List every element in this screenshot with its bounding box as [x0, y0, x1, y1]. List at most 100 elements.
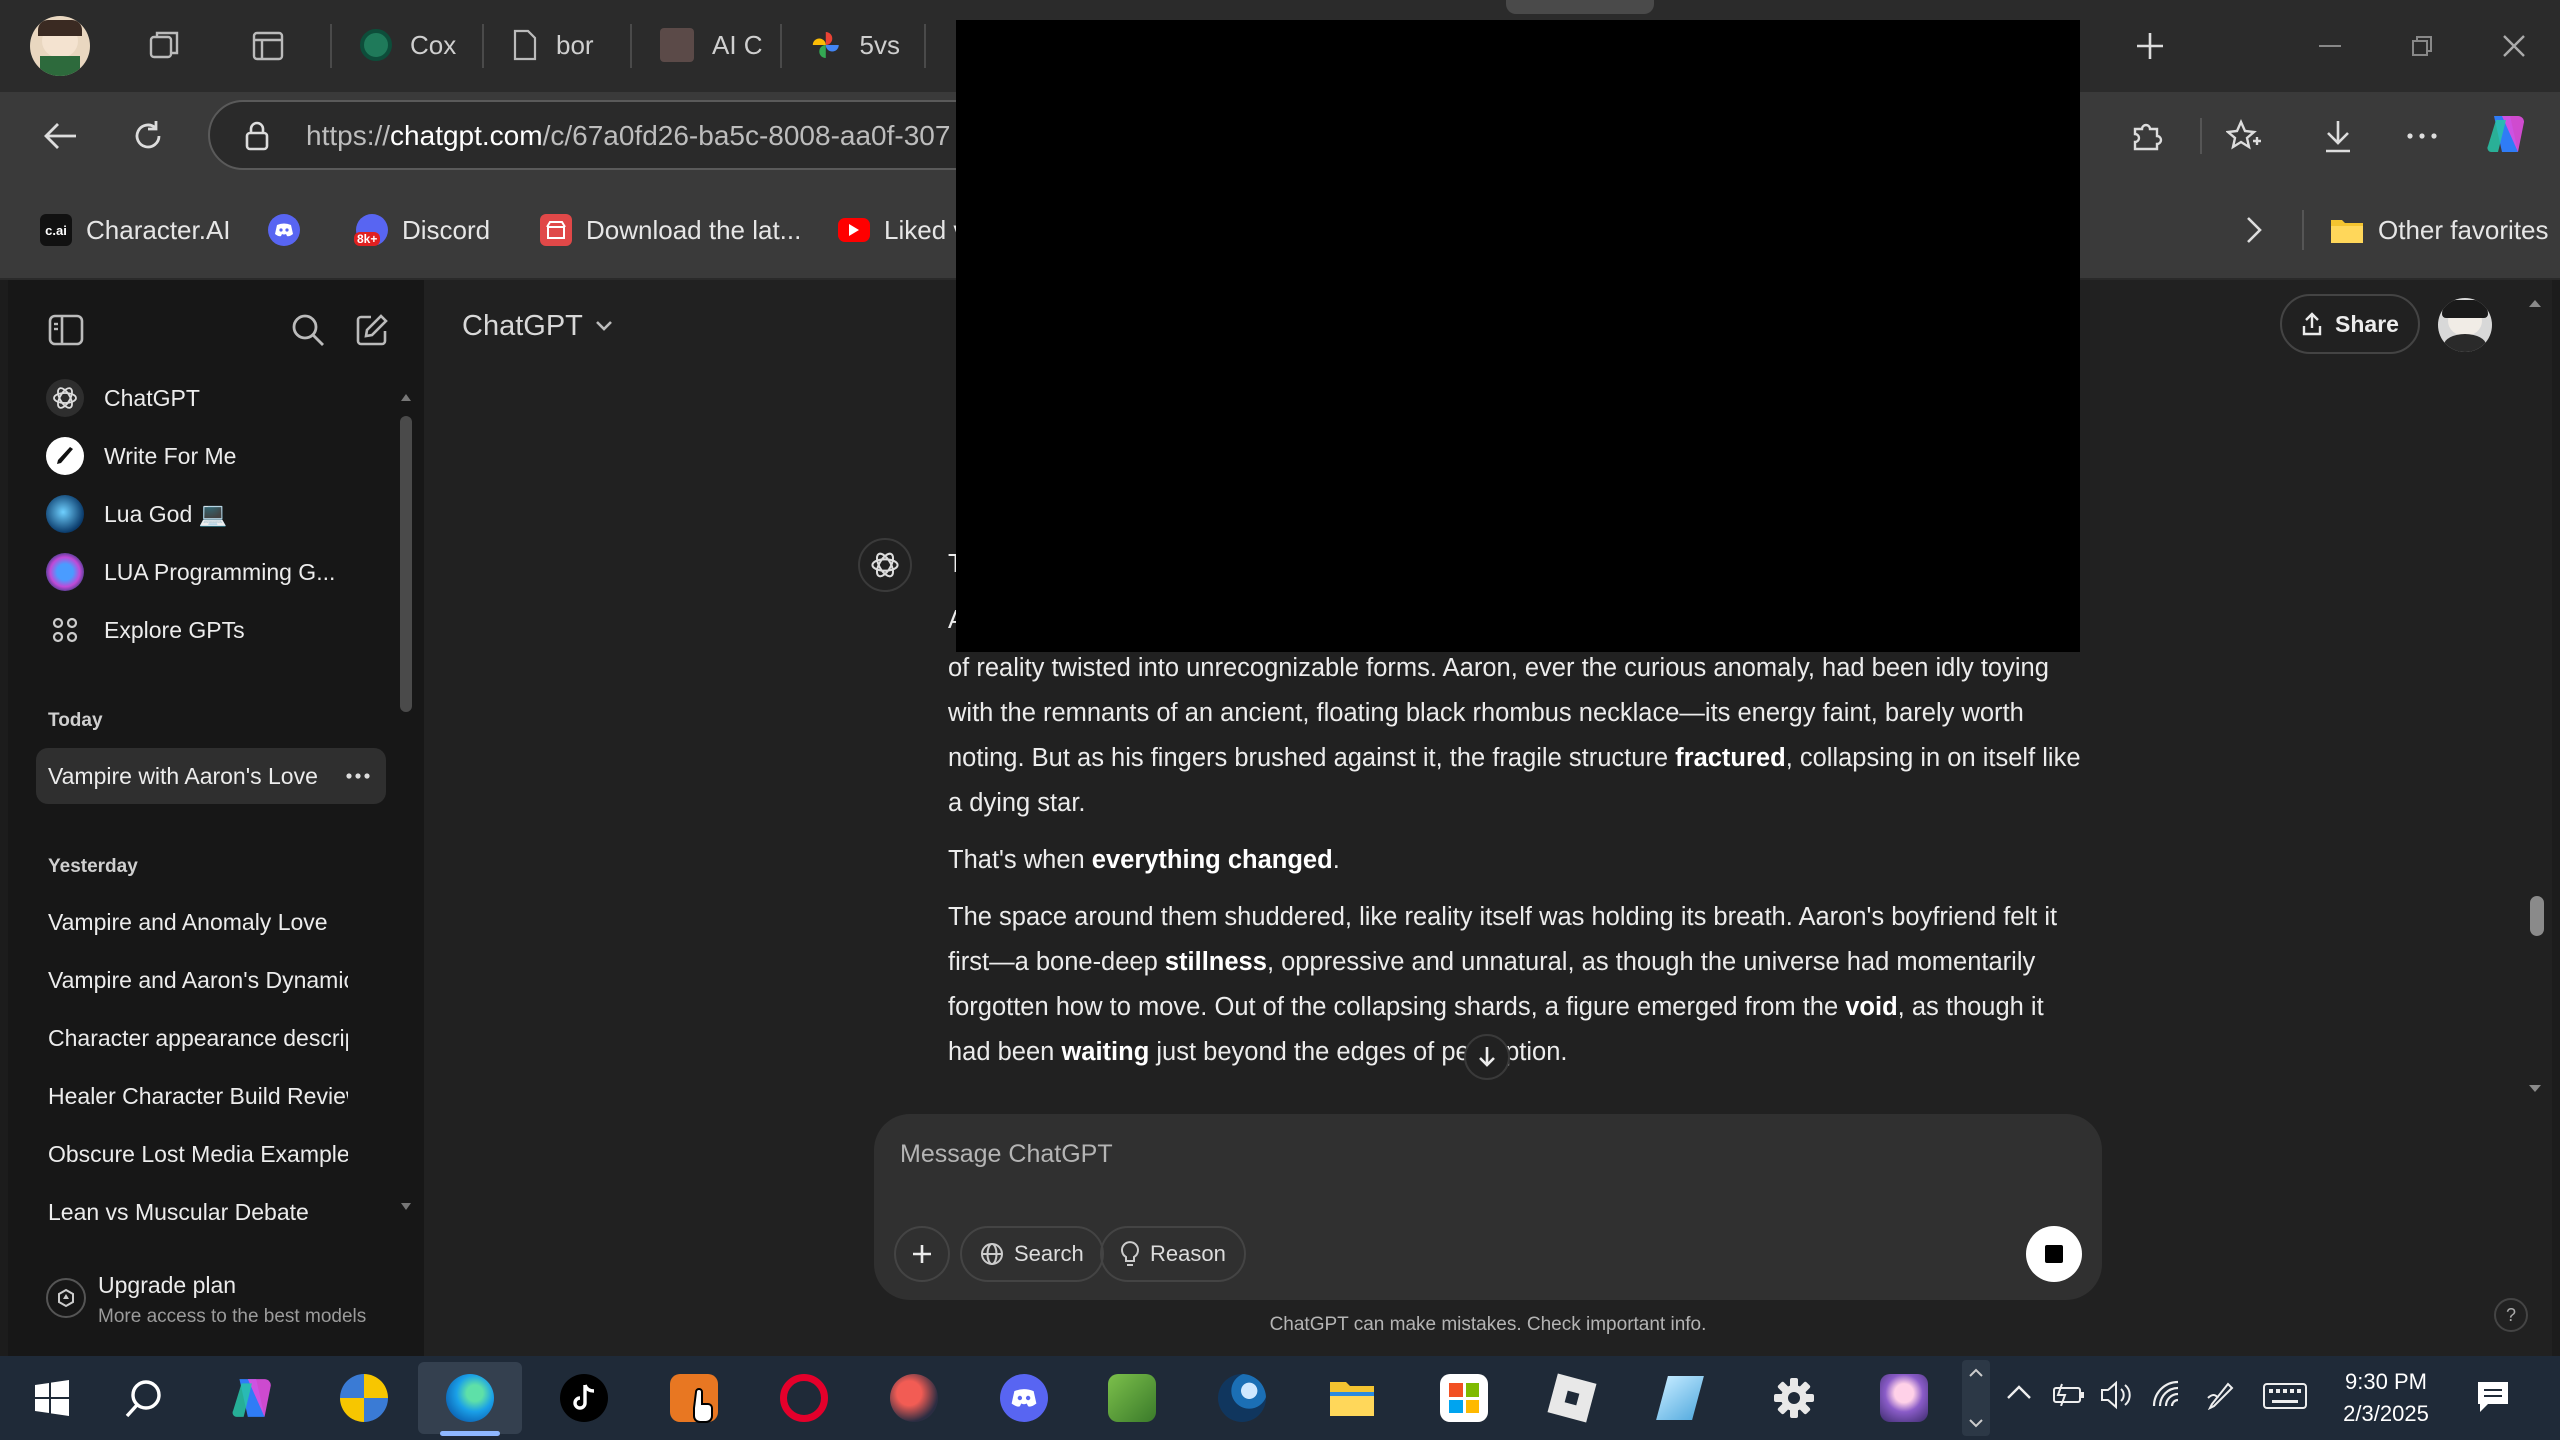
taskbar-edge[interactable]	[418, 1362, 522, 1436]
favorite-discord[interactable]: 8k+ Discord	[354, 208, 490, 252]
taskbar-file-explorer[interactable]	[1300, 1362, 1404, 1434]
taskbar-steam[interactable]	[1190, 1362, 1294, 1434]
user-avatar[interactable]	[2438, 298, 2492, 352]
grid-icon	[46, 611, 84, 649]
lock-icon[interactable]	[244, 120, 270, 152]
gpt-item-chatgpt[interactable]: ChatGPT	[38, 372, 384, 424]
pen-icon	[46, 437, 84, 475]
taskbar-opera[interactable]	[752, 1362, 856, 1434]
taskbar-app[interactable]	[312, 1362, 416, 1434]
chevron-right-icon[interactable]	[2224, 200, 2284, 260]
taskbar-store[interactable]	[1412, 1362, 1516, 1434]
search-toggle[interactable]: Search	[960, 1226, 1104, 1282]
chat-item[interactable]: Lean vs Muscular Debate	[36, 1184, 386, 1240]
downloads-icon[interactable]	[2308, 106, 2368, 166]
favorite-discord-icon-only[interactable]	[268, 208, 314, 252]
taskbar-app[interactable]	[862, 1362, 966, 1434]
gpt-item-lua-god[interactable]: Lua God 💻	[38, 488, 384, 540]
gpt-item-lua-programming[interactable]: LUA Programming G...	[38, 546, 384, 598]
explore-gpts[interactable]: Explore GPTs	[38, 604, 384, 656]
workspaces-icon[interactable]	[134, 16, 194, 76]
browser-tab[interactable]: bor	[492, 14, 622, 76]
restore-button[interactable]	[2392, 16, 2452, 76]
chat-item[interactable]: Obscure Lost Media Examples	[36, 1126, 386, 1182]
favorites-icon[interactable]	[2214, 106, 2274, 166]
chat-item[interactable]: Vampire and Anomaly Love	[36, 894, 386, 950]
new-tab-button[interactable]	[2120, 16, 2180, 76]
stop-generating-button[interactable]	[2026, 1226, 2082, 1282]
attach-button[interactable]	[894, 1226, 950, 1282]
taskbar-copilot[interactable]	[200, 1362, 304, 1434]
taskbar-scroll[interactable]	[1962, 1360, 1990, 1436]
url-text: https://chatgpt.com/c/67a0fd26-ba5c-8008…	[306, 120, 950, 152]
search-label: Search	[1014, 1241, 1084, 1266]
taskbar-roblox[interactable]	[1520, 1362, 1624, 1434]
profile-avatar[interactable]	[30, 16, 90, 76]
clock[interactable]: 9:30 PM 2/3/2025	[2334, 1366, 2438, 1430]
refresh-button[interactable]	[118, 106, 178, 166]
start-button[interactable]	[0, 1362, 104, 1434]
scroll-to-bottom-button[interactable]	[1464, 1034, 1510, 1080]
chat-item-active[interactable]: Vampire with Aaron's Love	[36, 748, 386, 804]
wifi-icon[interactable]	[2150, 1380, 2184, 1410]
help-button[interactable]: ?	[2494, 1298, 2528, 1332]
back-button[interactable]	[30, 106, 90, 166]
touch-keyboard-icon[interactable]	[2262, 1382, 2308, 1410]
favorite-liked-videos[interactable]: Liked v	[838, 208, 966, 252]
taskbar-app[interactable]	[1852, 1362, 1956, 1434]
notification-badge: 8k+	[354, 232, 381, 246]
chat-item[interactable]: Healer Character Build Review	[36, 1068, 386, 1124]
share-button[interactable]: Share	[2280, 294, 2420, 354]
model-selector[interactable]: ChatGPT	[462, 304, 613, 348]
taskbar-tiktok[interactable]	[532, 1362, 636, 1434]
character-ai-icon: c.ai	[40, 214, 72, 246]
volume-icon[interactable]	[2100, 1380, 2134, 1410]
taskbar-app[interactable]	[642, 1362, 746, 1434]
message-paragraph: That's when everything changed.	[948, 846, 1340, 874]
scroll-down-arrow[interactable]	[400, 1202, 412, 1214]
plus-icon	[913, 1245, 931, 1263]
roblox-icon	[1547, 1373, 1597, 1423]
notifications-icon[interactable]	[2474, 1378, 2512, 1416]
sidebar-scrollbar-thumb[interactable]	[400, 416, 412, 712]
browser-tab[interactable]: Cox	[340, 14, 480, 76]
reason-toggle[interactable]: Reason	[1100, 1226, 1246, 1282]
gpt-item-write-for-me[interactable]: Write For Me	[38, 430, 384, 482]
taskbar-app[interactable]	[1080, 1362, 1184, 1434]
page-scroll-up-arrow[interactable]	[2528, 298, 2542, 310]
minimize-button[interactable]	[2300, 16, 2360, 76]
favorite-character-ai[interactable]: c.ai Character.AI	[40, 208, 231, 252]
browser-tab[interactable]: AI C	[640, 14, 780, 76]
pen-menu-icon[interactable]	[2206, 1380, 2236, 1410]
battery-icon[interactable]	[2052, 1382, 2086, 1406]
message-paragraph: The space around them shuddered, like re…	[948, 903, 2058, 1066]
taskbar-app[interactable]	[1628, 1362, 1732, 1434]
search-chats-icon[interactable]	[278, 300, 338, 360]
chat-options-icon[interactable]	[346, 773, 370, 779]
taskbar-search-button[interactable]	[92, 1362, 196, 1434]
tab-actions-icon[interactable]	[238, 16, 298, 76]
chat-item[interactable]: Vampire and Aaron's Dynamic	[36, 952, 386, 1008]
scroll-up-arrow[interactable]	[400, 392, 412, 404]
close-window-button[interactable]	[2484, 16, 2544, 76]
extensions-icon[interactable]	[2116, 106, 2176, 166]
steam-icon	[1218, 1374, 1266, 1422]
taskbar-settings[interactable]	[1742, 1362, 1846, 1434]
other-favorites-folder[interactable]: Other favorites	[2330, 208, 2549, 252]
favorite-download[interactable]: Download the lat...	[540, 208, 801, 252]
new-chat-icon[interactable]	[342, 300, 402, 360]
page-scroll-down-arrow[interactable]	[2528, 1084, 2542, 1096]
message-input[interactable]: Message ChatGPT	[900, 1140, 1113, 1169]
url-path: /c/67a0fd26-ba5c-8008-aa0f-307	[542, 120, 951, 151]
close-sidebar-icon[interactable]	[30, 294, 102, 366]
chat-item[interactable]: Character appearance descrip	[36, 1010, 386, 1066]
show-hidden-icons[interactable]	[2006, 1384, 2032, 1400]
browser-tab[interactable]: 5vs	[790, 14, 920, 76]
taskbar-discord[interactable]	[972, 1362, 1076, 1434]
copilot-icon[interactable]	[2476, 104, 2536, 164]
tab-drag-handle[interactable]	[1506, 0, 1654, 14]
assistant-avatar-icon	[858, 538, 912, 592]
upgrade-plan-button[interactable]: Upgrade plan More access to the best mod…	[36, 1262, 406, 1338]
more-options-icon[interactable]	[2392, 106, 2452, 166]
page-scrollbar-thumb[interactable]	[2530, 896, 2544, 936]
